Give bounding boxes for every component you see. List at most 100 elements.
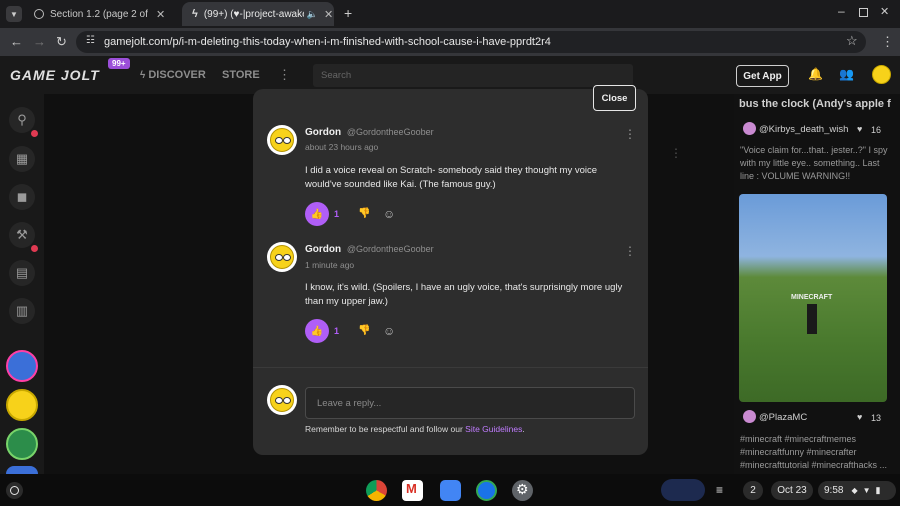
comment-author[interactable]: Gordon @GordontheeGoober: [305, 127, 434, 138]
like-button[interactable]: 👍: [305, 319, 329, 343]
date-pill[interactable]: Oct 23: [771, 481, 813, 500]
bell-icon[interactable]: 🔔: [808, 67, 823, 81]
gear-glyph: ⚙: [516, 481, 529, 497]
new-tab-button[interactable]: +: [344, 5, 352, 21]
messages-icon[interactable]: [476, 480, 497, 501]
back-icon[interactable]: ←: [10, 34, 23, 49]
user-avatar[interactable]: [872, 65, 891, 84]
tab-search-button[interactable]: ▼: [6, 6, 22, 22]
globe-icon: [34, 9, 44, 19]
chrome-icon[interactable]: [366, 480, 387, 501]
settings-icon[interactable]: ⚙: [512, 480, 533, 501]
feed-user-avatar[interactable]: [743, 122, 756, 135]
heart-icon[interactable]: ♥: [857, 123, 862, 135]
bookmark-star-icon[interactable]: ☆: [846, 33, 858, 49]
get-app-button[interactable]: Get App: [736, 65, 789, 87]
comment-body: I know, it's wild. (Spoilers, I have an …: [305, 282, 623, 307]
browser-menu-icon[interactable]: ⋮: [881, 34, 894, 50]
sidebar-quests-icon[interactable]: ⚒: [9, 222, 35, 248]
smiley-face-icon: [270, 128, 294, 152]
community-avatar[interactable]: [6, 350, 38, 382]
add-reaction-icon[interactable]: ☺: [383, 324, 395, 338]
feed-like-count: 13: [871, 413, 882, 423]
minimize-icon[interactable]: –: [838, 4, 845, 18]
media-controls-icon[interactable]: ≡: [716, 483, 723, 497]
feed-caption-line: line : VOLUME WARNING!!: [740, 171, 851, 181]
nav-discover[interactable]: ϟ DISCOVER: [140, 69, 206, 81]
guidelines-suffix: .: [522, 424, 525, 434]
reply-input[interactable]: [305, 387, 635, 419]
sidebar-chat-icon[interactable]: ▤: [9, 260, 35, 286]
comment-options-icon[interactable]: ⋮: [624, 244, 636, 258]
feed-title-text: bus the clock (Andy's apple f: [739, 98, 891, 110]
tab-title: Section 1.2 (page 2 of 5) | acc: [50, 8, 150, 20]
tab-gamejolt[interactable]: ϟ (99+) (♥-|project-awakenin 🔈 ✕: [182, 2, 334, 26]
comment-author[interactable]: Gordon @GordontheeGoober: [305, 244, 434, 255]
like-count[interactable]: 1: [334, 209, 339, 219]
comment-timestamp[interactable]: about 23 hours ago: [305, 142, 378, 152]
comment-author-name: Gordon: [305, 127, 342, 138]
commenter-avatar[interactable]: [267, 125, 297, 155]
close-window-icon[interactable]: ✕: [880, 5, 889, 18]
feed-tags-line: #minecraft #minecraftmemes: [740, 434, 857, 444]
taskbar: M ⚙ ≡ 2 Oct 23 9:58 ◆ ▼ ▮: [0, 474, 900, 506]
maximize-icon[interactable]: [859, 8, 868, 17]
sidebar-library-icon[interactable]: ▥: [9, 298, 35, 324]
chevron-down-icon: ▼: [10, 9, 18, 19]
nav-discover-label: DISCOVER: [148, 69, 206, 81]
heart-icon[interactable]: ♥: [857, 411, 862, 423]
like-button[interactable]: 👍: [305, 202, 329, 226]
speaker-icon: 🔈: [306, 8, 319, 19]
comment-author-handle: @GordontheeGoober: [346, 244, 434, 254]
smiley-face-icon: [270, 245, 294, 269]
comment-options-icon[interactable]: ⋮: [624, 127, 636, 141]
friends-icon[interactable]: 👥: [839, 67, 854, 81]
guidelines-note: Remember to be respectful and follow our…: [305, 424, 525, 434]
feed-user-avatar[interactable]: [743, 410, 756, 423]
notification-counter[interactable]: 2: [743, 481, 763, 500]
notification-badge: 99+: [108, 58, 130, 69]
more-menu-icon[interactable]: ⋮: [278, 67, 291, 83]
reload-icon[interactable]: ↻: [56, 34, 67, 50]
media-thumbnail[interactable]: [661, 479, 705, 501]
gamejolt-logo[interactable]: GAME JOLT: [10, 67, 100, 83]
comment-modal: Close Gordon @GordontheeGoober about 23 …: [253, 85, 648, 455]
close-button[interactable]: Close: [593, 85, 636, 111]
feed-user-handle[interactable]: @PlazaMC: [759, 412, 807, 424]
comment-timestamp[interactable]: 1 minute ago: [305, 260, 354, 270]
add-reaction-icon[interactable]: ☺: [383, 207, 395, 221]
backdrop-kebab-icon: ⋮: [670, 146, 682, 160]
nav-store[interactable]: STORE: [222, 69, 260, 81]
sidebar-store-icon[interactable]: ▦: [9, 146, 35, 172]
search-box[interactable]: Search: [313, 64, 633, 87]
like-count[interactable]: 1: [334, 326, 339, 336]
omnibox[interactable]: ☷ gamejolt.com/p/i-m-deleting-this-today…: [76, 31, 866, 53]
community-avatar[interactable]: [6, 466, 38, 474]
left-sidebar: ⚲ ▦ ◼ ⚒ ▤ ▥: [0, 94, 44, 474]
feed-user-handle[interactable]: @Kirbys_death_wish: [759, 124, 848, 136]
url-text: gamejolt.com/p/i-m-deleting-this-today-w…: [104, 36, 551, 48]
thumbs-up-icon: 👍: [310, 208, 324, 220]
launcher-button[interactable]: [6, 482, 23, 499]
site-guidelines-link[interactable]: Site Guidelines: [465, 424, 522, 434]
thumbs-up-icon: 👍: [310, 325, 324, 337]
dislike-icon[interactable]: 👎: [358, 208, 370, 219]
dislike-icon[interactable]: 👎: [358, 325, 370, 336]
community-avatar[interactable]: [6, 428, 38, 460]
sidebar-activity-icon[interactable]: ⚲: [9, 107, 35, 133]
files-icon[interactable]: [440, 480, 461, 501]
status-tray[interactable]: 9:58 ◆ ▼ ▮: [818, 481, 896, 500]
commenter-avatar[interactable]: [267, 242, 297, 272]
gmail-icon[interactable]: M: [402, 480, 423, 501]
community-avatar[interactable]: [6, 389, 38, 421]
feed-post-image[interactable]: MINECRAFT: [739, 194, 887, 402]
close-tab-icon[interactable]: ✕: [324, 8, 333, 21]
minecraft-character: [807, 304, 817, 334]
sidebar-bag-icon[interactable]: ◼: [9, 184, 35, 210]
tab-section[interactable]: Section 1.2 (page 2 of 5) | acc ✕: [24, 2, 176, 26]
site-info-icon[interactable]: ☷: [86, 35, 95, 46]
search-placeholder: Search: [321, 70, 352, 81]
feed-caption-line: "Voice claim for...that.. jester..?" I s…: [740, 145, 888, 155]
close-tab-icon[interactable]: ✕: [156, 8, 165, 21]
forward-icon[interactable]: →: [33, 34, 46, 49]
